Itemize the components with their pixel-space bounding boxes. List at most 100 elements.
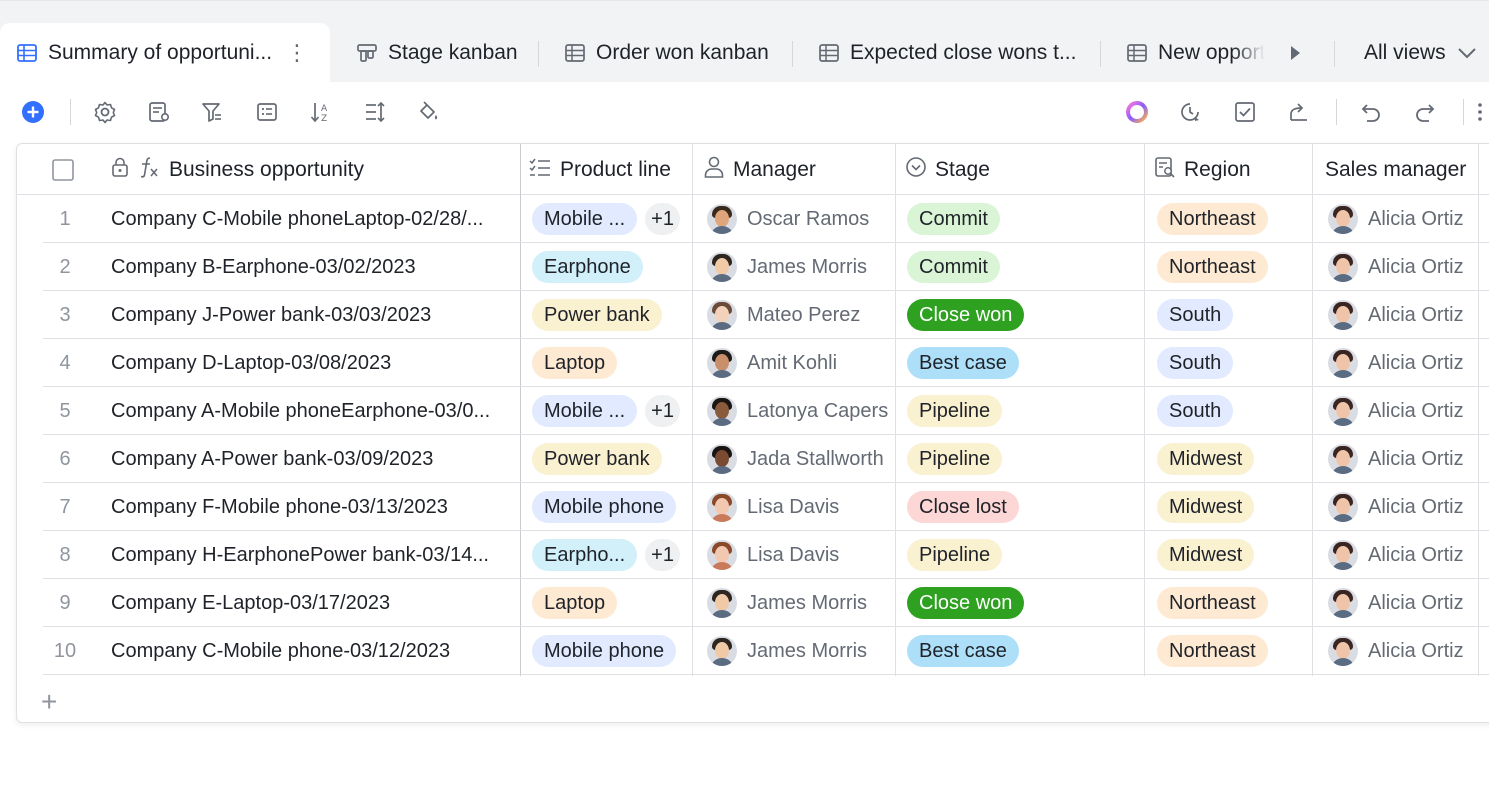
product-more-count[interactable]: +1 xyxy=(645,395,680,427)
manager-cell[interactable]: James Morris xyxy=(707,579,895,627)
table-row[interactable]: 7 Company F-Mobile phone-03/13/2023 Mobi… xyxy=(17,483,1489,531)
stage-cell[interactable]: Close lost xyxy=(907,483,1144,531)
column-header-manager[interactable]: Manager xyxy=(703,144,816,195)
tab-more-options-icon[interactable]: ⋮ xyxy=(286,40,308,66)
stage-cell[interactable]: Pipeline xyxy=(907,435,1144,483)
region-cell[interactable]: Northeast xyxy=(1157,627,1312,675)
manager-cell[interactable]: Oscar Ramos xyxy=(707,195,895,243)
business-opportunity-cell[interactable]: Company C-Mobile phone-03/12/2023 xyxy=(111,627,511,675)
sales-manager-cell[interactable]: Alicia Ortiz xyxy=(1328,531,1478,579)
product-line-cell[interactable]: Power bank xyxy=(532,291,692,339)
column-header-business-opportunity[interactable]: Business opportunity xyxy=(111,144,364,195)
sales-manager-cell[interactable]: Alicia Ortiz xyxy=(1328,291,1478,339)
sales-manager-cell[interactable]: Alicia Ortiz xyxy=(1328,195,1478,243)
tab-expected-close-wons[interactable]: Expected close wons t... xyxy=(818,23,1076,83)
stage-cell[interactable]: Close won xyxy=(907,291,1144,339)
region-cell[interactable]: South xyxy=(1157,291,1312,339)
table-row[interactable]: 5 Company A-Mobile phoneEarphone-03/0...… xyxy=(17,387,1489,435)
region-cell[interactable]: Midwest xyxy=(1157,435,1312,483)
more-options-icon[interactable] xyxy=(1476,96,1489,128)
manager-cell[interactable]: Lisa Davis xyxy=(707,531,895,579)
region-cell[interactable]: Midwest xyxy=(1157,531,1312,579)
business-opportunity-cell[interactable]: Company A-Power bank-03/09/2023 xyxy=(111,435,511,483)
product-more-count[interactable]: +1 xyxy=(645,539,680,571)
business-opportunity-cell[interactable]: Company E-Laptop-03/17/2023 xyxy=(111,579,511,627)
business-opportunity-cell[interactable]: Company C-Mobile phoneLaptop-02/28/... xyxy=(111,195,511,243)
stage-cell[interactable]: Close won xyxy=(907,579,1144,627)
manager-cell[interactable]: Mateo Perez xyxy=(707,291,895,339)
field-settings-icon[interactable] xyxy=(143,96,175,128)
select-all-checkbox[interactable] xyxy=(52,144,74,195)
tab-stage-kanban[interactable]: Stage kanban xyxy=(356,23,518,83)
scroll-tabs-right-arrow-icon[interactable] xyxy=(1288,23,1308,83)
product-line-cell[interactable]: Mobile ... +1 xyxy=(532,195,692,243)
all-views-dropdown[interactable]: All views xyxy=(1364,23,1478,83)
region-cell[interactable]: South xyxy=(1157,339,1312,387)
product-line-cell[interactable]: Mobile ... +1 xyxy=(532,387,692,435)
sales-manager-cell[interactable]: Alicia Ortiz xyxy=(1328,483,1478,531)
manager-cell[interactable]: Jada Stallworth xyxy=(707,435,895,483)
product-line-cell[interactable]: Laptop xyxy=(532,579,692,627)
table-row[interactable]: 6 Company A-Power bank-03/09/2023 Power … xyxy=(17,435,1489,483)
business-opportunity-cell[interactable]: Company J-Power bank-03/03/2023 xyxy=(111,291,511,339)
stage-cell[interactable]: Commit xyxy=(907,195,1144,243)
sales-manager-cell[interactable]: Alicia Ortiz xyxy=(1328,243,1478,291)
stage-cell[interactable]: Pipeline xyxy=(907,387,1144,435)
group-by-icon[interactable] xyxy=(251,96,283,128)
product-line-cell[interactable]: Power bank xyxy=(532,435,692,483)
automation-clock-icon[interactable] xyxy=(1174,96,1206,128)
undo-icon[interactable] xyxy=(1355,96,1387,128)
stage-cell[interactable]: Pipeline xyxy=(907,531,1144,579)
product-line-cell[interactable]: Earphone xyxy=(532,243,692,291)
tab-new-opportunities[interactable]: New opport xyxy=(1126,23,1276,83)
column-header-stage[interactable]: Stage xyxy=(905,144,990,195)
sales-manager-cell[interactable]: Alicia Ortiz xyxy=(1328,387,1478,435)
table-row[interactable]: 2 Company B-Earphone-03/02/2023 Earphone… xyxy=(17,243,1489,291)
product-line-cell[interactable]: Mobile phone xyxy=(532,483,692,531)
manager-cell[interactable]: James Morris xyxy=(707,627,895,675)
region-cell[interactable]: Northeast xyxy=(1157,195,1312,243)
stage-cell[interactable]: Commit xyxy=(907,243,1144,291)
redo-icon[interactable] xyxy=(1409,96,1441,128)
sales-manager-cell[interactable]: Alicia Ortiz xyxy=(1328,579,1478,627)
filter-icon[interactable] xyxy=(196,96,228,128)
ai-assistant-icon[interactable] xyxy=(1121,96,1153,128)
row-height-icon[interactable] xyxy=(359,96,391,128)
business-opportunity-cell[interactable]: Company A-Mobile phoneEarphone-03/0... xyxy=(111,387,511,435)
table-row[interactable]: 1 Company C-Mobile phoneLaptop-02/28/...… xyxy=(17,195,1489,243)
stage-cell[interactable]: Best case xyxy=(907,339,1144,387)
manager-cell[interactable]: James Morris xyxy=(707,243,895,291)
stage-cell[interactable]: Best case xyxy=(907,627,1144,675)
sales-manager-cell[interactable]: Alicia Ortiz xyxy=(1328,627,1478,675)
settings-gear-icon[interactable] xyxy=(89,96,121,128)
form-check-icon[interactable] xyxy=(1229,96,1261,128)
table-row[interactable]: 10 Company C-Mobile phone-03/12/2023 Mob… xyxy=(17,627,1489,675)
manager-cell[interactable]: Lisa Davis xyxy=(707,483,895,531)
business-opportunity-cell[interactable]: Company F-Mobile phone-03/13/2023 xyxy=(111,483,511,531)
business-opportunity-cell[interactable]: Company B-Earphone-03/02/2023 xyxy=(111,243,511,291)
fill-color-icon[interactable] xyxy=(412,96,444,128)
region-cell[interactable]: Northeast xyxy=(1157,243,1312,291)
table-row[interactable]: 9 Company E-Laptop-03/17/2023 Laptop Jam… xyxy=(17,579,1489,627)
tab-order-won-kanban[interactable]: Order won kanban xyxy=(564,23,769,83)
product-line-cell[interactable]: Laptop xyxy=(532,339,692,387)
add-record-button[interactable] xyxy=(17,96,49,128)
table-row[interactable]: 4 Company D-Laptop-03/08/2023 Laptop Ami… xyxy=(17,339,1489,387)
sales-manager-cell[interactable]: Alicia Ortiz xyxy=(1328,339,1478,387)
region-cell[interactable]: Northeast xyxy=(1157,579,1312,627)
sales-manager-cell[interactable]: Alicia Ortiz xyxy=(1328,435,1478,483)
business-opportunity-cell[interactable]: Company D-Laptop-03/08/2023 xyxy=(111,339,511,387)
business-opportunity-cell[interactable]: Company H-EarphonePower bank-03/14... xyxy=(111,531,511,579)
tab-summary-of-opportunities[interactable]: Summary of opportuni... ⋮ xyxy=(0,23,330,83)
column-header-product-line[interactable]: Product line xyxy=(528,144,671,195)
region-cell[interactable]: Midwest xyxy=(1157,483,1312,531)
column-header-sales-manager[interactable]: Sales manager xyxy=(1325,144,1466,195)
table-row[interactable]: 8 Company H-EarphonePower bank-03/14... … xyxy=(17,531,1489,579)
region-cell[interactable]: South xyxy=(1157,387,1312,435)
sort-icon[interactable]: AZ xyxy=(305,96,337,128)
column-header-region[interactable]: Region xyxy=(1154,144,1251,195)
product-line-cell[interactable]: Earpho... +1 xyxy=(532,531,692,579)
product-more-count[interactable]: +1 xyxy=(645,203,680,235)
manager-cell[interactable]: Amit Kohli xyxy=(707,339,895,387)
add-row-button[interactable]: + xyxy=(41,688,57,716)
